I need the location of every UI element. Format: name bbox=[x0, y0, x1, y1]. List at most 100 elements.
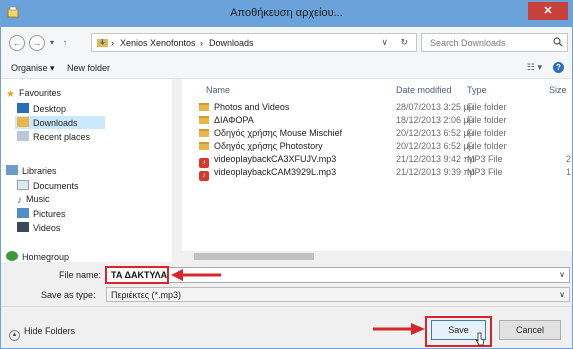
back-button[interactable]: ← bbox=[9, 35, 25, 51]
nav-libraries[interactable]: Libraries bbox=[6, 165, 57, 176]
chevron-up-icon: ▲ bbox=[9, 330, 20, 341]
file-date: 21/12/2013 9:39 πμ bbox=[396, 167, 475, 177]
chevron-down-icon[interactable]: ∨ bbox=[559, 270, 565, 279]
nav-videos[interactable]: Videos bbox=[17, 222, 60, 233]
nav-documents[interactable]: Documents bbox=[17, 180, 79, 191]
save-dialog: Αποθήκευση αρχείου... ✕ ← → ▾ ↑ › Xenios… bbox=[0, 0, 573, 349]
folder-icon bbox=[199, 116, 209, 124]
pointer-arrow-icon bbox=[373, 323, 425, 335]
forward-button[interactable]: → bbox=[29, 35, 45, 51]
file-row[interactable]: Οδηγός χρήσης Mouse Mischief 20/12/2013 6… bbox=[182, 128, 572, 140]
star-icon: ★ bbox=[6, 89, 15, 100]
chevron-down-icon[interactable]: ∨ bbox=[559, 290, 565, 299]
horizontal-scrollbar[interactable] bbox=[182, 251, 572, 262]
close-button[interactable]: ✕ bbox=[528, 2, 568, 20]
nav-downloads-label: Downloads bbox=[33, 118, 78, 128]
address-bar[interactable]: › Xenios Xenofontos › Downloads ∨ ↻ bbox=[91, 33, 417, 52]
desktop-icon bbox=[17, 103, 29, 113]
file-name: Οδηγός χρήσης Mouse Mischief bbox=[199, 128, 342, 138]
file-date: 20/12/2013 6:52 μμ bbox=[396, 141, 474, 151]
file-type: File folder bbox=[467, 128, 507, 138]
folder-icon bbox=[199, 129, 209, 137]
file-size: 2 bbox=[566, 154, 572, 164]
breadcrumb-separator: › bbox=[111, 38, 114, 48]
column-header-type[interactable]: Type bbox=[467, 85, 487, 95]
nav-desktop-label: Desktop bbox=[33, 104, 67, 114]
nav-music[interactable]: ♪ Music bbox=[17, 194, 50, 206]
up-button[interactable]: ↑ bbox=[63, 38, 67, 47]
nav-homegroup[interactable]: Homegroup bbox=[6, 251, 69, 262]
column-header-size[interactable]: Size bbox=[549, 85, 567, 95]
recent-locations-icon[interactable]: ▾ bbox=[50, 38, 54, 47]
nav-favourites-label: Favourites bbox=[18, 88, 61, 98]
savetype-select[interactable]: Περιέκτες (*.mp3) ∨ bbox=[106, 287, 570, 302]
nav-music-label: Music bbox=[26, 194, 50, 204]
search-icon[interactable] bbox=[553, 37, 563, 47]
folder-icon bbox=[199, 142, 209, 150]
nav-downloads[interactable]: Downloads bbox=[15, 116, 105, 129]
nav-pictures-label: Pictures bbox=[33, 209, 66, 219]
file-name-text: videoplaybackCA3XFUJV.mp3 bbox=[214, 154, 337, 164]
file-name-text: Οδηγός χρήσης Photostory bbox=[214, 141, 323, 151]
nav-recent-places[interactable]: Recent places bbox=[17, 131, 90, 142]
mouse-cursor-icon bbox=[475, 332, 485, 346]
scroll-thumb[interactable] bbox=[194, 253, 314, 260]
nav-libraries-label: Libraries bbox=[22, 166, 57, 176]
file-date: 28/07/2013 3:25 μμ bbox=[396, 102, 474, 112]
file-type: File folder bbox=[467, 102, 507, 112]
file-date: 21/12/2013 9:42 πμ bbox=[396, 154, 475, 164]
title-bar[interactable]: Αποθήκευση αρχείου... ✕ bbox=[1, 1, 572, 27]
file-row[interactable]: Photos and Videos 28/07/2013 3:25 μμ File … bbox=[182, 102, 572, 114]
refresh-icon[interactable]: ↻ bbox=[400, 37, 408, 48]
file-name-text: ΔΙΑΦΟΡΑ bbox=[214, 115, 254, 125]
file-row[interactable]: Οδηγός χρήσης Photostory 20/12/2013 6:52 … bbox=[182, 141, 572, 153]
file-row[interactable]: ♪ videoplaybackCAM3929L.mp3 21/12/2013 9:3… bbox=[182, 167, 572, 181]
column-header-date[interactable]: Date modified bbox=[396, 85, 452, 95]
file-list: Name Date modified Type Size Photos and … bbox=[182, 79, 572, 251]
music-icon: ♪ bbox=[17, 195, 22, 206]
filename-highlight bbox=[105, 266, 169, 284]
new-folder-button[interactable]: New folder bbox=[67, 63, 110, 73]
file-row[interactable]: ΔΙΑΦΟΡΑ 18/12/2013 2:06 μμ File folder bbox=[182, 115, 572, 127]
file-name-text: Οδηγός χρήσης Mouse Mischief bbox=[214, 128, 343, 138]
toolbar: Organise ▾ New folder ☷ ▾ ? bbox=[1, 57, 572, 79]
search-input[interactable]: Search Downloads bbox=[421, 33, 568, 52]
videos-icon bbox=[17, 222, 29, 232]
file-type: File folder bbox=[467, 115, 507, 125]
file-name-text: videoplaybackCAM3929L.mp3 bbox=[214, 167, 337, 177]
nav-pictures[interactable]: Pictures bbox=[17, 208, 66, 219]
address-dropdown-icon[interactable]: ∨ bbox=[381, 37, 388, 48]
search-placeholder: Search Downloads bbox=[430, 38, 506, 48]
hide-folders-button[interactable]: ▲ Hide Folders bbox=[9, 326, 75, 341]
nav-recent-label: Recent places bbox=[33, 132, 91, 142]
help-icon[interactable]: ? bbox=[553, 62, 564, 73]
file-name: ΔΙΑΦΟΡΑ bbox=[199, 115, 254, 125]
folder-icon bbox=[199, 103, 209, 111]
cancel-button[interactable]: Cancel bbox=[499, 320, 561, 340]
file-row[interactable]: ♪ videoplaybackCA3XFUJV.mp3 21/12/2013 9:4… bbox=[182, 154, 572, 168]
organise-button[interactable]: Organise ▾ bbox=[11, 63, 55, 74]
downloads-folder-icon bbox=[97, 39, 108, 47]
documents-icon bbox=[17, 180, 29, 190]
navigation-pane: ★ Favourites Desktop Downloads Recent pla… bbox=[1, 79, 181, 262]
file-size: 1 bbox=[566, 167, 572, 177]
breadcrumb-user[interactable]: Xenios Xenofontos bbox=[120, 38, 196, 48]
breadcrumb-downloads[interactable]: Downloads bbox=[209, 38, 254, 48]
column-header-name[interactable]: Name bbox=[206, 85, 230, 95]
pointer-arrow-icon bbox=[171, 269, 221, 281]
save-form: File name: ΤΑ ΔΑΚΤΥΛΑ ∨ Save as type: Πε… bbox=[1, 262, 572, 306]
view-options-icon[interactable]: ☷ ▾ bbox=[527, 62, 542, 73]
breadcrumb-separator: › bbox=[200, 38, 203, 48]
nav-desktop[interactable]: Desktop bbox=[17, 103, 66, 114]
navigation-scrollbar[interactable] bbox=[172, 79, 181, 262]
nav-documents-label: Documents bbox=[33, 181, 79, 191]
nav-favourites[interactable]: ★ Favourites bbox=[6, 88, 61, 100]
window-title: Αποθήκευση αρχείου... bbox=[230, 7, 343, 19]
file-date: 20/12/2013 6:52 μμ bbox=[396, 128, 474, 138]
file-name-text: Photos and Videos bbox=[214, 102, 290, 112]
libraries-icon bbox=[6, 165, 18, 175]
homegroup-icon bbox=[6, 251, 18, 261]
savetype-value: Περιέκτες (*.mp3) bbox=[111, 290, 182, 300]
file-name: Photos and Videos bbox=[199, 102, 289, 112]
file-name: ♪ videoplaybackCA3XFUJV.mp3 bbox=[199, 154, 336, 168]
